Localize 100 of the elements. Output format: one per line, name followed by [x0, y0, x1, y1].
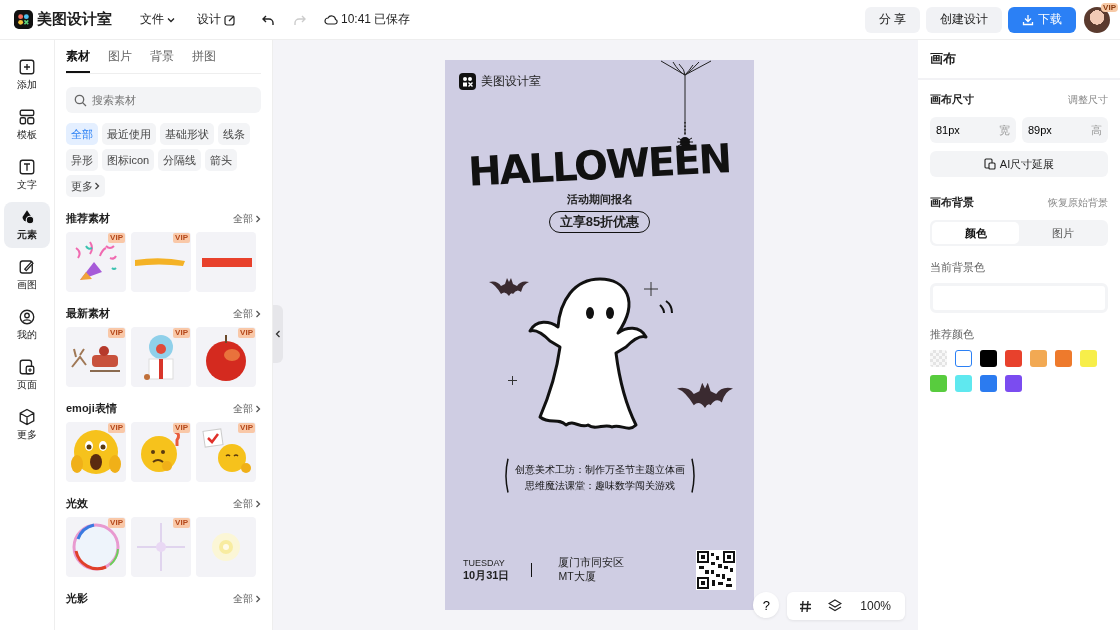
vip-badge: VIP — [108, 423, 125, 433]
panel-tab[interactable]: 拼图 — [192, 48, 216, 73]
color-swatch[interactable] — [1030, 350, 1047, 367]
sidebar-item[interactable]: 元素 — [4, 202, 50, 248]
chevron-right-icon — [255, 404, 261, 413]
file-menu[interactable]: 文件 — [134, 7, 181, 32]
section-label: 画布背景 — [930, 195, 974, 210]
segment-tab[interactable]: 颜色 — [932, 222, 1019, 244]
help-button[interactable]: ? — [753, 592, 780, 618]
bat-icon — [489, 276, 529, 296]
color-swatch[interactable] — [1055, 350, 1072, 367]
chevron-right-icon — [255, 594, 261, 603]
color-swatch[interactable] — [930, 350, 947, 367]
more-button[interactable]: 更多 — [66, 175, 105, 197]
panel-title: 画布 — [918, 40, 1120, 80]
view-all-link[interactable]: 全部 — [233, 401, 261, 416]
app-name: 美图设计室 — [37, 10, 112, 29]
download-button[interactable]: 下载 — [1008, 6, 1076, 33]
user-icon — [18, 308, 36, 326]
brand-name: 美图设计室 — [481, 73, 541, 90]
sidebar-item[interactable]: 模板 — [4, 102, 50, 148]
address-line: 厦门市同安区 — [558, 556, 625, 570]
share-button[interactable]: 分 享 — [864, 6, 920, 33]
chevron-right-icon — [255, 214, 261, 223]
activity-line: 思维魔法课堂：趣味数学闯关游戏 — [524, 479, 675, 493]
ai-extend-button[interactable]: AI尺寸延展 — [930, 151, 1108, 177]
color-swatch[interactable] — [955, 350, 972, 367]
activity-line: 创意美术工坊：制作万圣节主题立体画 — [514, 463, 685, 477]
filter-chip[interactable]: 箭头 — [205, 149, 238, 171]
color-swatch[interactable] — [955, 375, 972, 392]
sidebar-item[interactable]: 添加 — [4, 52, 50, 98]
event-date: 10月31日 — [463, 567, 510, 583]
collapse-handle[interactable] — [273, 305, 283, 363]
view-all-link[interactable]: 全部 — [233, 591, 261, 606]
hash-icon — [799, 599, 813, 613]
add-icon — [18, 58, 36, 76]
color-swatch[interactable] — [1080, 350, 1097, 367]
text-icon — [18, 158, 36, 176]
sidebar-item[interactable]: 页面 — [4, 352, 50, 398]
resize-link[interactable]: 调整尺寸 — [1068, 92, 1108, 107]
view-all-link[interactable]: 全部 — [233, 306, 261, 321]
poster-title: HALLOWEEN — [467, 135, 732, 195]
event-day: TUESDAY — [463, 557, 510, 568]
section-label: 画布尺寸 — [930, 92, 974, 107]
download-icon — [1022, 13, 1034, 26]
filter-chip[interactable]: 最近使用 — [102, 123, 156, 145]
cube-icon — [18, 408, 36, 426]
panel-tab[interactable]: 素材 — [66, 48, 90, 73]
panel-tab[interactable]: 背景 — [150, 48, 174, 73]
draw-icon — [18, 258, 36, 276]
section-title: 光影 — [66, 591, 88, 606]
color-swatch[interactable] — [980, 350, 997, 367]
unit-label: 宽 — [999, 123, 1010, 138]
panel-tab[interactable]: 图片 — [108, 48, 132, 73]
vip-badge: VIP — [108, 328, 125, 338]
page-icon — [18, 358, 36, 376]
filter-chip[interactable]: 图标icon — [102, 149, 155, 171]
sparkle-icon — [644, 282, 658, 296]
field-label: 当前背景色 — [930, 260, 986, 275]
sidebar-item[interactable]: 我的 — [4, 302, 50, 348]
filter-chip[interactable]: 分隔线 — [158, 149, 202, 171]
vip-badge: VIP — [173, 518, 190, 528]
color-swatch[interactable] — [980, 375, 997, 392]
field-label: 推荐颜色 — [930, 327, 975, 342]
vip-badge: VIP — [108, 233, 125, 243]
poster-subtitle: 活动期间报名 — [566, 192, 633, 207]
vip-badge: VIP — [173, 423, 190, 433]
section-title: 推荐素材 — [66, 211, 110, 226]
segment-tab[interactable]: 图片 — [1019, 222, 1106, 244]
section-title: 最新素材 — [66, 306, 110, 321]
vip-badge: VIP — [1101, 2, 1118, 12]
zoom-level[interactable]: 100% — [852, 599, 899, 613]
vip-badge: VIP — [238, 328, 255, 338]
sidebar-item[interactable]: 更多 — [4, 402, 50, 448]
view-all-link[interactable]: 全部 — [233, 211, 261, 226]
view-all-link[interactable]: 全部 — [233, 496, 261, 511]
filter-chip[interactable]: 异形 — [66, 149, 98, 171]
create-design-button[interactable]: 创建设计 — [926, 6, 1002, 33]
resize-icon — [983, 158, 996, 170]
color-swatch[interactable] — [1005, 375, 1022, 392]
chevron-right-icon — [255, 309, 261, 318]
color-swatch[interactable] — [930, 375, 947, 392]
chevron-right-icon — [94, 182, 100, 190]
edit-icon — [224, 13, 236, 26]
design-menu[interactable]: 设计 — [191, 7, 242, 32]
address-line: MT大厦 — [558, 570, 597, 584]
vip-badge: VIP — [173, 233, 190, 243]
filter-chip[interactable]: 基础形状 — [160, 123, 214, 145]
app-logo-icon — [14, 10, 33, 29]
unit-label: 高 — [1091, 123, 1102, 138]
restore-background-link[interactable]: 恢复原始背景 — [1048, 195, 1108, 210]
section-title: emoji表情 — [66, 401, 117, 416]
color-swatch[interactable] — [1005, 350, 1022, 367]
template-icon — [18, 108, 36, 126]
filter-chip[interactable]: 线条 — [218, 123, 250, 145]
sidebar-item[interactable]: 画图 — [4, 252, 50, 298]
chevron-right-icon — [255, 499, 261, 508]
search-field[interactable]: 搜索素材 — [66, 87, 261, 113]
vip-badge: VIP — [108, 518, 125, 528]
sidebar-item[interactable]: 文字 — [4, 152, 50, 198]
